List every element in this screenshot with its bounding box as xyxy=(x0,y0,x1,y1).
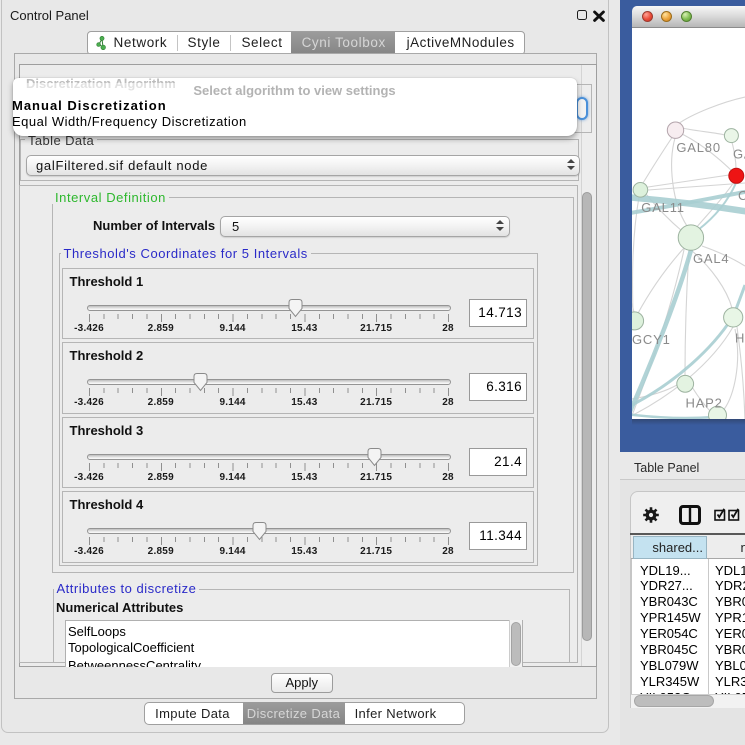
svg-text:H: H xyxy=(735,331,745,346)
svg-text:GAL: GAL xyxy=(733,147,745,162)
svg-text:GAL80: GAL80 xyxy=(676,140,720,155)
svg-text:GCY1: GCY1 xyxy=(632,332,671,347)
svg-text:GAL4: GAL4 xyxy=(693,251,729,266)
svg-text:C: C xyxy=(738,188,745,203)
svg-text:GAL11: GAL11 xyxy=(641,200,685,215)
svg-text:HAP2: HAP2 xyxy=(686,396,723,411)
